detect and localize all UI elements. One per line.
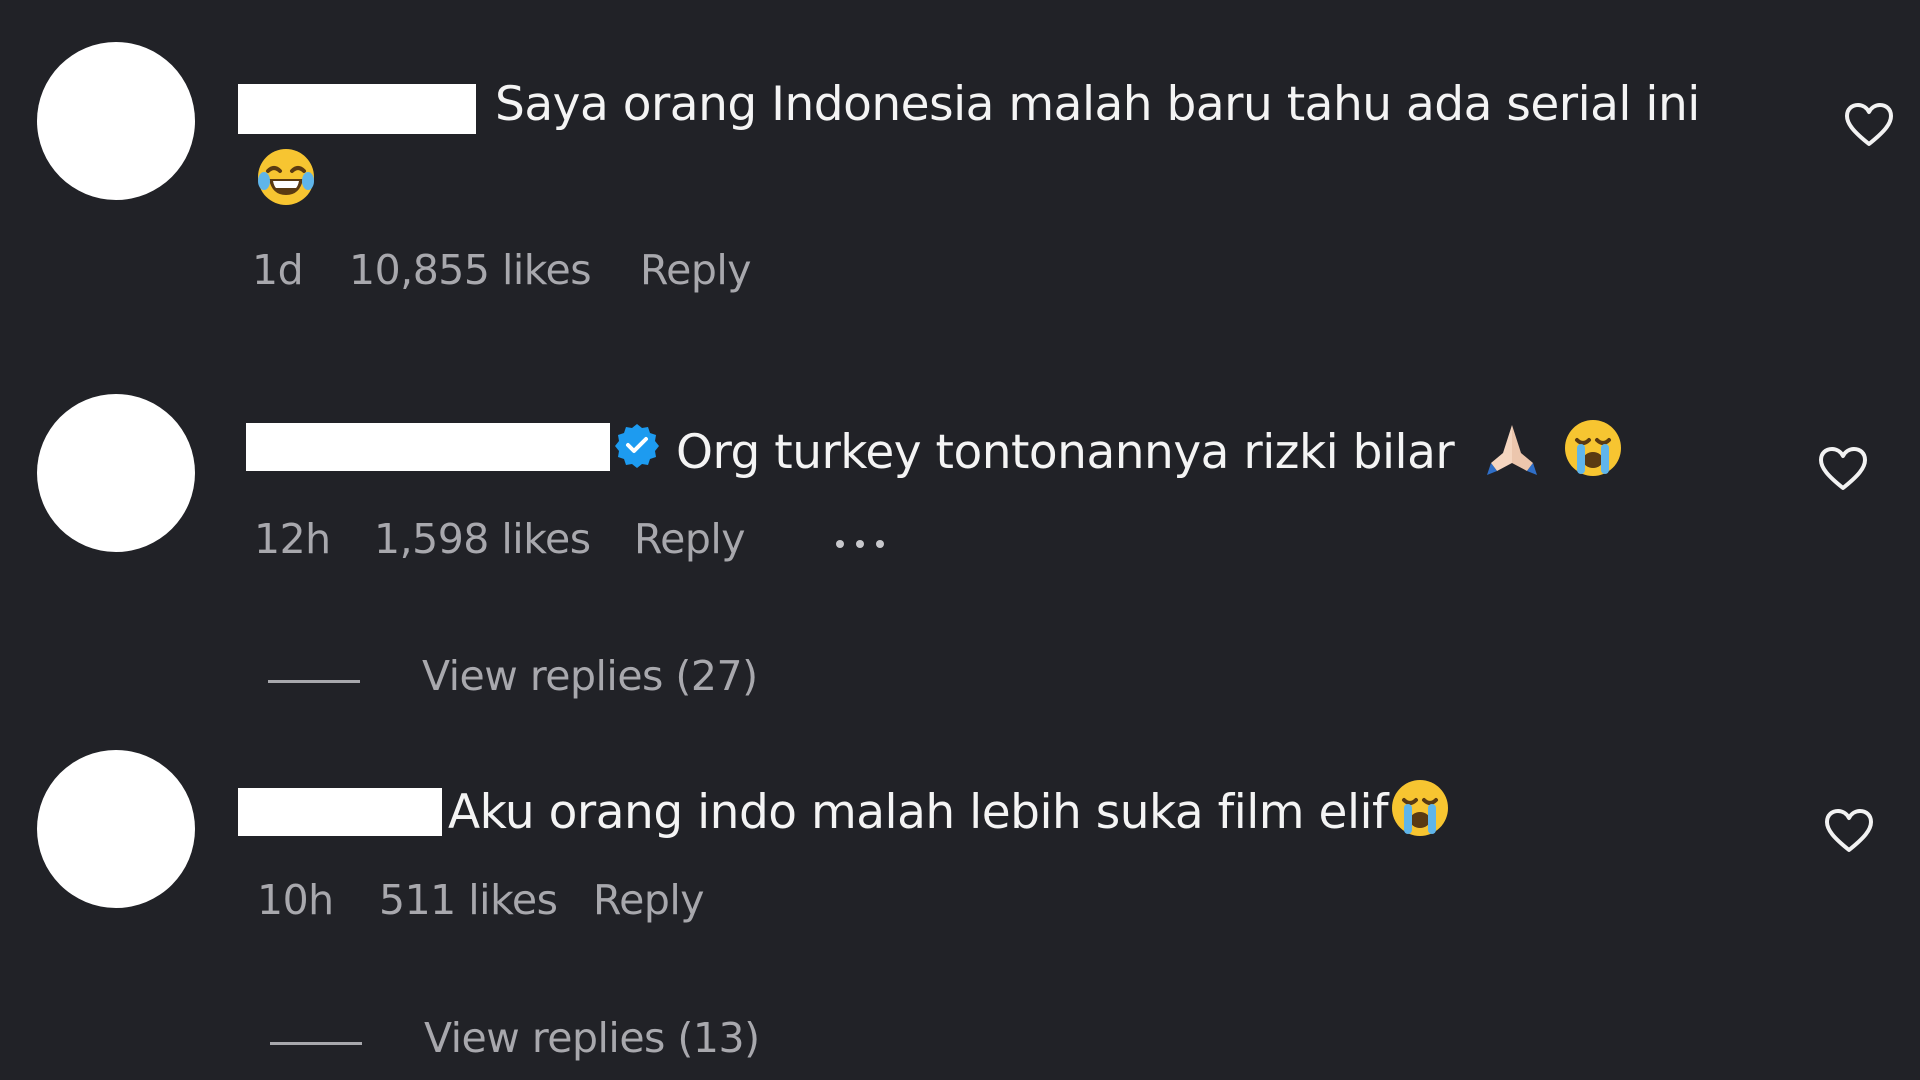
view-replies-line — [268, 680, 360, 683]
view-replies-label[interactable]: View replies (27) — [422, 652, 758, 700]
username-redacted[interactable] — [238, 788, 442, 836]
avatar[interactable] — [37, 42, 195, 200]
heart-icon[interactable] — [1844, 102, 1894, 148]
reply-button[interactable]: Reply — [640, 246, 752, 294]
comment-meta: 10h 511 likes Reply — [257, 876, 857, 926]
verified-badge-icon — [615, 424, 659, 468]
comment-list: Saya orang Indonesia malah baru tahu ada… — [0, 0, 1920, 1080]
likes-count[interactable]: 1,598 likes — [374, 515, 591, 563]
more-options-icon[interactable] — [836, 533, 896, 552]
comment-text-continued — [256, 147, 316, 222]
avatar[interactable] — [37, 394, 195, 552]
likes-count[interactable]: 511 likes — [379, 876, 558, 924]
comment-text: Saya orang Indonesia malah baru tahu ada… — [495, 75, 1700, 135]
username-redacted[interactable] — [238, 84, 476, 134]
comment-time: 12h — [254, 515, 331, 563]
comment-time: 1d — [252, 246, 304, 294]
comment-text: Org turkey tontonannya rizki bilar — [676, 418, 1623, 493]
view-replies-button[interactable]: View replies (13) — [270, 1014, 870, 1064]
reply-button[interactable]: Reply — [634, 515, 746, 563]
heart-icon[interactable] — [1818, 446, 1868, 492]
view-replies-line — [270, 1042, 362, 1045]
comment-time: 10h — [257, 876, 334, 924]
heart-icon[interactable] — [1824, 808, 1874, 854]
crying-emoji-icon — [1563, 418, 1623, 493]
laughing-tears-emoji-icon — [256, 147, 316, 222]
comment-body: Aku orang indo malah lebih suka film eli… — [448, 785, 1389, 840]
folded-hands-emoji-icon — [1483, 419, 1541, 492]
comment-body: Org turkey tontonannya rizki bilar — [676, 425, 1455, 480]
comment-meta: 1d 10,855 likes Reply — [252, 246, 852, 296]
reply-button[interactable]: Reply — [593, 876, 705, 924]
comment-text: Aku orang indo malah lebih suka film eli… — [448, 778, 1450, 853]
avatar[interactable] — [37, 750, 195, 908]
view-replies-label[interactable]: View replies (13) — [424, 1014, 760, 1062]
comment-body: Saya orang Indonesia malah baru tahu ada… — [495, 77, 1700, 132]
view-replies-button[interactable]: View replies (27) — [268, 652, 868, 702]
crying-emoji-icon — [1390, 778, 1450, 853]
likes-count[interactable]: 10,855 likes — [349, 246, 592, 294]
username-redacted[interactable] — [246, 423, 610, 471]
